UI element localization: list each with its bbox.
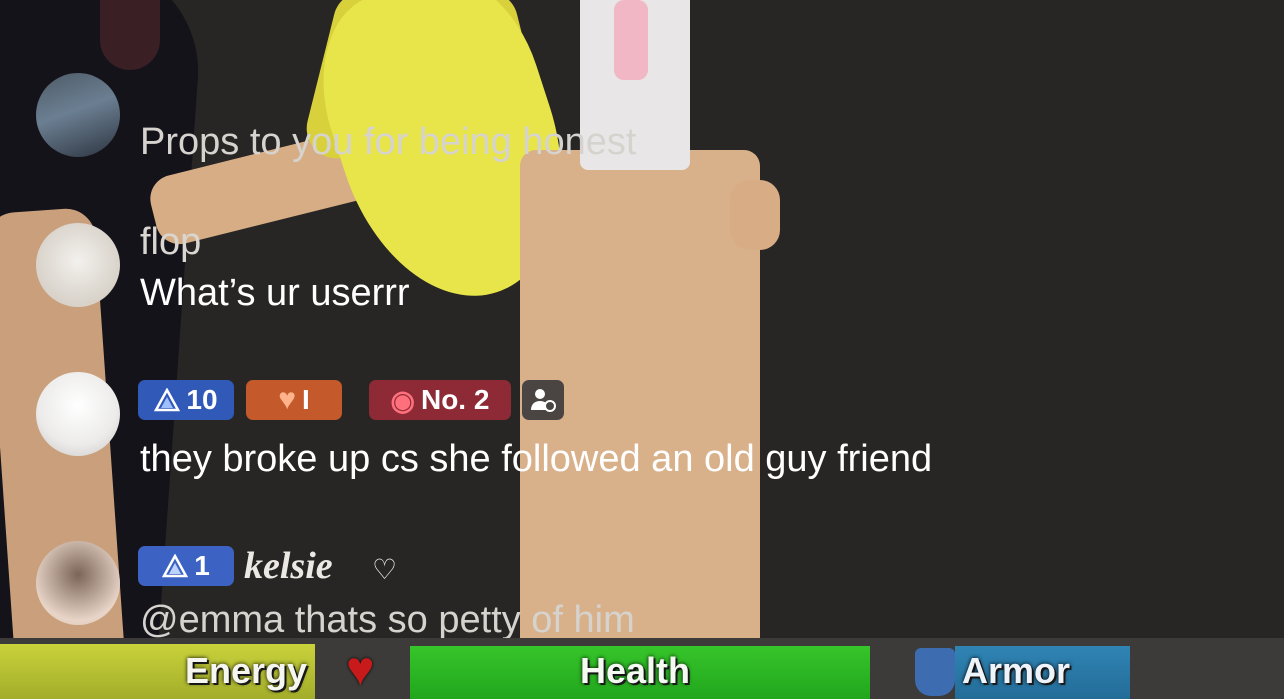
- health-label: Health: [580, 650, 691, 691]
- heart-icon: ♥: [278, 383, 297, 416]
- level-badge: 10: [138, 380, 234, 420]
- avatar[interactable]: [36, 223, 120, 307]
- heart-outline-icon: ♡: [372, 554, 398, 585]
- medal-icon: ◉: [390, 384, 415, 416]
- comment-message: @emma thats so petty of him: [140, 599, 635, 641]
- energy-label: Energy: [185, 650, 308, 691]
- fan-club-badge: ♥ I: [246, 380, 342, 420]
- level-badge: 1: [138, 546, 234, 586]
- shirt-ribbon: [614, 0, 648, 80]
- user-settings-icon: [531, 389, 556, 412]
- avatar[interactable]: [36, 372, 120, 456]
- comment-username[interactable]: flop: [140, 221, 201, 264]
- level-triangle-icon: [162, 554, 189, 578]
- health-heart-icon: ♥: [346, 643, 375, 696]
- moderator-badge: [522, 380, 564, 420]
- armor-label: Armor: [962, 650, 1071, 691]
- armor-vest-icon: [915, 648, 955, 696]
- level-value: 1: [194, 550, 210, 581]
- comment-message: What’s ur userrr: [140, 272, 410, 314]
- level-value: 10: [186, 384, 218, 415]
- avatar-hair-accent: [100, 0, 160, 70]
- character-hand: [730, 180, 780, 250]
- avatar[interactable]: [36, 541, 120, 625]
- comment-username[interactable]: kelsie: [244, 544, 333, 588]
- comment-message: Props to you for being honest: [140, 121, 637, 163]
- rank-value: No. 2: [420, 384, 490, 415]
- gift-rank-badge: ◉ No. 2: [369, 380, 511, 420]
- fan-level-value: I: [302, 384, 310, 415]
- avatar[interactable]: [36, 73, 120, 157]
- game-scene-background: [0, 0, 1284, 699]
- level-triangle-icon: [154, 388, 181, 412]
- comment-message: they broke up cs she followed an old guy…: [140, 438, 933, 480]
